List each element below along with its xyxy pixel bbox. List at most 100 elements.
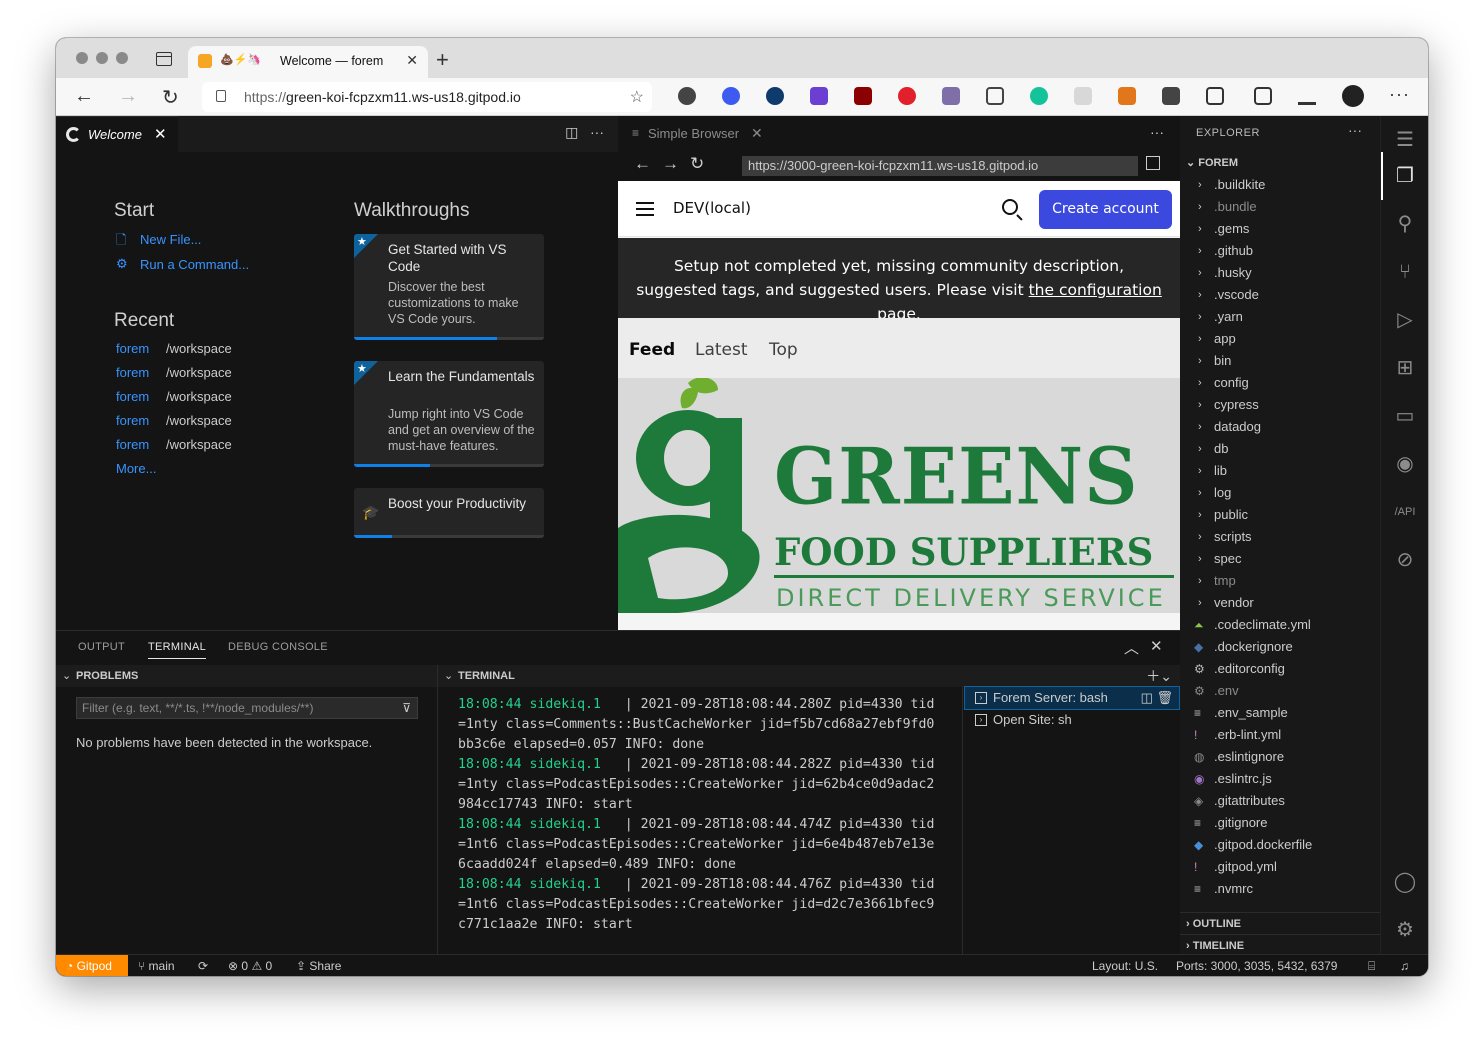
close-icon[interactable]: ✕	[154, 125, 167, 143]
ports-status[interactable]: Ports: 3000, 3035, 5432, 6379	[1176, 955, 1337, 976]
recent-item[interactable]: forem/workspace	[116, 437, 232, 452]
folder-item[interactable]: › log	[1180, 482, 1380, 504]
account-icon[interactable]: ◯	[1393, 870, 1417, 894]
extension-cat-icon[interactable]	[942, 87, 960, 105]
file-item[interactable]: ! .erb-lint.yml	[1180, 724, 1380, 746]
tab-welcome[interactable]: Welcome ✕	[56, 116, 178, 152]
github-icon[interactable]: ◉	[1393, 452, 1417, 476]
file-item[interactable]: ◈ .gitattributes	[1180, 790, 1380, 812]
folder-item[interactable]: › .gems	[1180, 218, 1380, 240]
notifications-bell-icon[interactable]: ♫	[1400, 955, 1409, 976]
remote-explorer-icon[interactable]: ▭	[1393, 404, 1417, 428]
folder-item[interactable]: › .bundle	[1180, 196, 1380, 218]
close-icon[interactable]: ✕	[751, 125, 763, 142]
timeline-section[interactable]: › TIMELINE	[1180, 934, 1380, 956]
tab-output[interactable]: OUTPUT	[78, 641, 125, 653]
terminal-output[interactable]: 18:08:44 sidekiq.1 | 2021-09-28T18:08:44…	[458, 695, 948, 935]
back-arrow-icon[interactable]: ←	[74, 85, 94, 108]
more-actions-icon[interactable]: ···	[590, 124, 604, 140]
search-icon[interactable]: ⚲	[1393, 212, 1417, 236]
create-account-button[interactable]: Create account	[1039, 190, 1172, 229]
share-status[interactable]: ⇪ Share	[296, 955, 341, 976]
file-item[interactable]: ! .gitpod.yml	[1180, 856, 1380, 878]
recent-item[interactable]: forem/workspace	[116, 389, 232, 404]
walkthrough-card-fundamentals[interactable]: ★ Learn the Fundamentals Jump right into…	[354, 361, 544, 467]
run-debug-icon[interactable]: ▷	[1393, 308, 1417, 332]
file-item[interactable]: ⚙ .env	[1180, 680, 1380, 702]
file-item[interactable]: ◍ .eslintignore	[1180, 746, 1380, 768]
site-brand[interactable]: DEV(local)	[673, 199, 751, 217]
folder-item[interactable]: › scripts	[1180, 526, 1380, 548]
file-item[interactable]: ≡ .gitignore	[1180, 812, 1380, 834]
explorer-files-icon[interactable]: ❐	[1393, 164, 1417, 188]
settings-gear-icon[interactable]: ⚙	[1393, 918, 1417, 942]
recent-item-name[interactable]: forem	[116, 341, 149, 356]
menu-icon[interactable]: ☰	[1393, 128, 1417, 152]
tab-actions-icon[interactable]	[156, 52, 172, 66]
recent-item[interactable]: forem/workspace	[116, 341, 232, 356]
extension-f-icon[interactable]	[1162, 87, 1180, 105]
problems-header[interactable]: ⌄ PROBLEMS	[56, 665, 437, 687]
folder-item[interactable]: › .buildkite	[1180, 174, 1380, 196]
file-item[interactable]: ⚙ .editorconfig	[1180, 658, 1380, 680]
hamburger-menu-icon[interactable]	[636, 202, 654, 216]
git-graph-icon[interactable]: ⊘	[1393, 548, 1417, 572]
extension-hexagon-icon[interactable]	[810, 87, 828, 105]
file-item[interactable]: ◉ .eslintrc.js	[1180, 768, 1380, 790]
recent-item-name[interactable]: forem	[116, 413, 149, 428]
avatar[interactable]	[1342, 85, 1364, 107]
recent-item-name[interactable]: forem	[116, 365, 149, 380]
more-recent-link[interactable]: More...	[116, 461, 156, 476]
extension-grammarly-icon[interactable]	[1030, 87, 1048, 105]
terminal-header[interactable]: ⌄ TERMINAL ＋⌄	[438, 665, 1180, 687]
extension-abp-icon[interactable]	[898, 87, 916, 105]
forward-arrow-icon[interactable]: →	[662, 154, 679, 174]
more-actions-icon[interactable]: ···	[1348, 122, 1362, 138]
tab-top[interactable]: Top	[769, 340, 798, 360]
folder-item[interactable]: › public	[1180, 504, 1380, 526]
extensions-puzzle-icon[interactable]	[1206, 87, 1224, 105]
recent-item-name[interactable]: forem	[116, 437, 149, 452]
trash-icon[interactable]: 🗑	[1156, 690, 1173, 705]
walkthrough-card-productivity[interactable]: 🎓 Boost your Productivity	[354, 488, 544, 538]
gitpod-status-button[interactable]: ◔ Gitpod	[56, 955, 128, 976]
minimize-window-button[interactable]	[96, 52, 108, 64]
run-command-link[interactable]: Run a Command...	[140, 257, 249, 272]
terminal-item-forem-server[interactable]: › Forem Server: bash ◫ 🗑	[964, 686, 1180, 710]
folder-item[interactable]: › spec	[1180, 548, 1380, 570]
recent-item[interactable]: forem/workspace	[116, 365, 232, 380]
tab-terminal[interactable]: TERMINAL	[148, 641, 207, 659]
folder-item[interactable]: › tmp	[1180, 570, 1380, 592]
folder-item[interactable]: › datadog	[1180, 416, 1380, 438]
close-window-button[interactable]	[76, 52, 88, 64]
terminal-item-open-site[interactable]: › Open Site: sh	[965, 709, 1179, 731]
folder-item[interactable]: › config	[1180, 372, 1380, 394]
recent-item-name[interactable]: forem	[116, 389, 149, 404]
extension-ublock-icon[interactable]	[854, 87, 872, 105]
split-terminal-icon[interactable]: ◫	[1141, 690, 1153, 705]
browser-menu-icon[interactable]: ···	[1389, 84, 1410, 105]
maximize-panel-icon[interactable]: ︿	[1124, 637, 1139, 658]
outline-section[interactable]: › OUTLINE	[1180, 912, 1380, 934]
folder-item[interactable]: › app	[1180, 328, 1380, 350]
problems-filter-input[interactable]: Filter (e.g. text, **/*.ts, !**/node_mod…	[76, 697, 418, 719]
source-control-icon[interactable]: ⑂	[1393, 260, 1417, 284]
extension-wordpress-icon[interactable]	[678, 87, 696, 105]
file-item[interactable]: ◆ .gitpod.dockerfile	[1180, 834, 1380, 856]
folder-root-forem[interactable]: ⌄ FOREM	[1180, 152, 1380, 174]
collections-icon[interactable]	[1254, 87, 1272, 105]
extension-pocket-icon[interactable]	[986, 87, 1004, 105]
api-icon[interactable]: /API	[1393, 500, 1417, 524]
folder-item[interactable]: › .husky	[1180, 262, 1380, 284]
branch-status[interactable]: ⑂ main	[138, 955, 175, 976]
search-icon[interactable]	[1002, 199, 1018, 215]
folder-item[interactable]: › lib	[1180, 460, 1380, 482]
reload-icon[interactable]: ↻	[690, 154, 704, 174]
file-item[interactable]: ◆ .dockerignore	[1180, 636, 1380, 658]
reload-icon[interactable]: ↻	[162, 85, 179, 110]
file-item[interactable]: ≡ .env_sample	[1180, 702, 1380, 724]
extension-grid-icon[interactable]	[1074, 87, 1092, 105]
folder-item[interactable]: › .vscode	[1180, 284, 1380, 306]
tab-feed[interactable]: Feed	[629, 340, 675, 360]
zoom-window-button[interactable]	[116, 52, 128, 64]
